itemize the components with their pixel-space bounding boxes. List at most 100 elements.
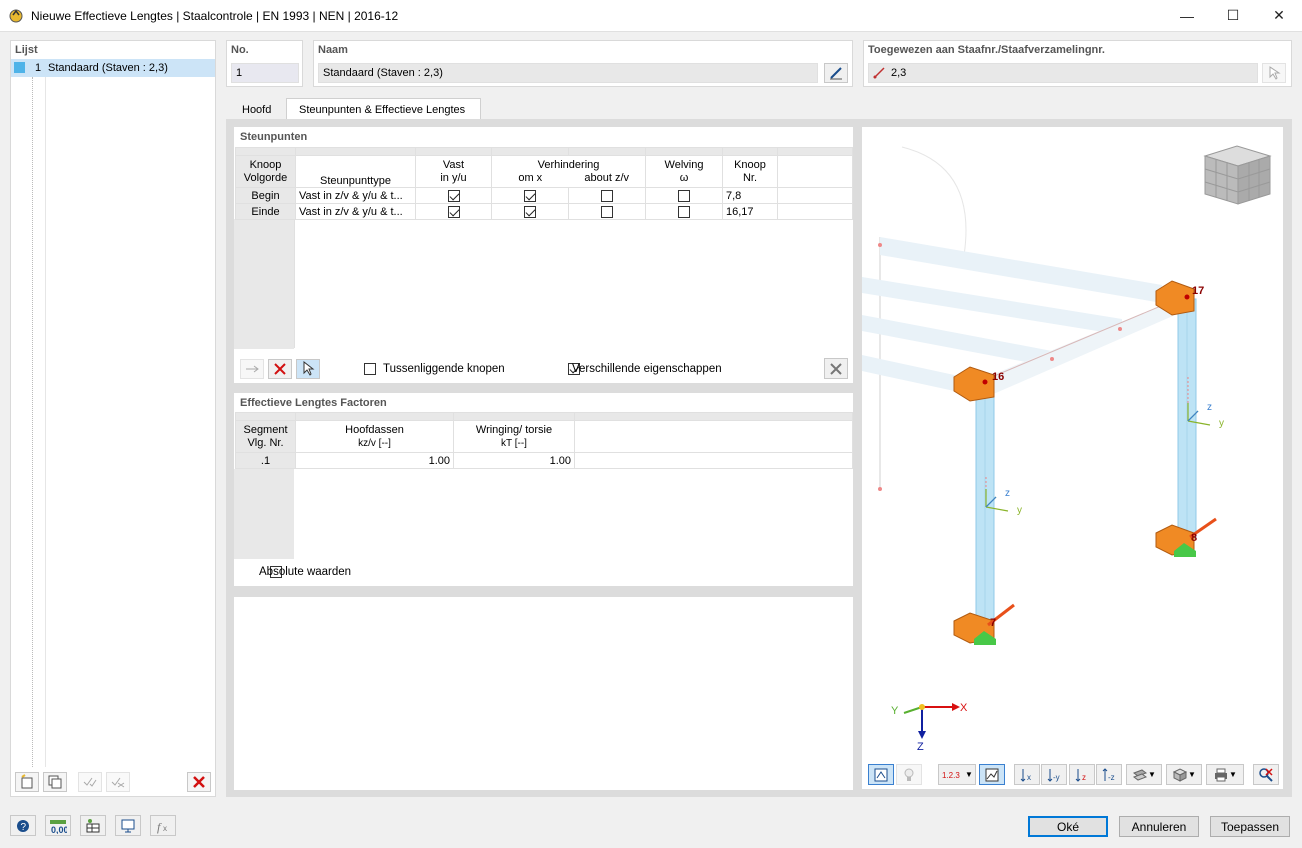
view-minus-z-button[interactable]: -z bbox=[1096, 764, 1122, 785]
axis-label-z: Z bbox=[917, 741, 924, 753]
numbering-button[interactable]: 1.2.3 ▼ bbox=[938, 764, 976, 785]
results-button[interactable] bbox=[979, 764, 1005, 785]
tab-hoofd[interactable]: Hoofd bbox=[229, 98, 285, 120]
axis-label-y: Y bbox=[891, 705, 899, 717]
print-button[interactable]: ▼ bbox=[1206, 764, 1244, 785]
insert-row-button[interactable] bbox=[240, 359, 264, 379]
app-icon bbox=[9, 9, 23, 23]
header-vlg-nr: Vlg. Nr. bbox=[247, 436, 284, 449]
no-label: No. bbox=[231, 44, 249, 56]
kzv-cell[interactable]: 1.00 bbox=[295, 452, 454, 469]
cancel-button[interactable]: Annuleren bbox=[1119, 816, 1199, 837]
member-icon bbox=[873, 67, 885, 79]
delete-item-button[interactable] bbox=[187, 772, 211, 792]
pick-node-button[interactable] bbox=[296, 359, 320, 379]
function-icon: fx bbox=[157, 820, 167, 834]
visibility-button[interactable]: ▼ bbox=[1126, 764, 1162, 785]
view-options-button[interactable] bbox=[868, 764, 894, 785]
naam-field[interactable]: Standaard (Staven : 2,3) bbox=[318, 63, 818, 83]
clear-button[interactable] bbox=[824, 358, 848, 379]
uncheck-icon bbox=[111, 777, 125, 788]
units-button[interactable]: 0,00 bbox=[45, 815, 71, 836]
node-label: 7 bbox=[990, 617, 997, 629]
select-member-button[interactable] bbox=[1262, 63, 1286, 83]
table-row[interactable]: Begin Vast in z/v & y/u & t... 7,8 bbox=[235, 187, 853, 204]
view-minus-z-icon: -z bbox=[1102, 767, 1115, 782]
view-cube-icon[interactable] bbox=[1202, 144, 1272, 209]
printer-icon bbox=[1215, 768, 1228, 781]
tussenliggende-checkbox[interactable] bbox=[364, 363, 376, 376]
svg-text:x: x bbox=[163, 824, 167, 833]
row-label: Einde bbox=[235, 203, 296, 220]
layers-icon bbox=[1133, 768, 1148, 781]
support-type-cell[interactable]: Vast in z/v & y/u & t... bbox=[295, 203, 416, 220]
view-x-button[interactable]: x bbox=[1014, 764, 1040, 785]
kt-cell[interactable]: 1.00 bbox=[453, 452, 575, 469]
about-zv-checkbox[interactable] bbox=[601, 189, 613, 202]
vast-yu-checkbox[interactable] bbox=[447, 205, 460, 218]
svg-text:?: ? bbox=[21, 822, 27, 833]
node-numbers-cell[interactable]: 7,8 bbox=[722, 187, 778, 204]
view-x-icon: x bbox=[1020, 768, 1031, 782]
minimize-button[interactable]: — bbox=[1164, 0, 1210, 31]
verschillende-label: Verschillende eigenschappen bbox=[572, 363, 722, 375]
apply-button[interactable]: Toepassen bbox=[1210, 816, 1290, 837]
no-field[interactable]: 1 bbox=[231, 63, 299, 83]
assigned-label: Toegewezen aan Staafnr./Staafverzameling… bbox=[868, 44, 1105, 56]
help-button[interactable]: ? bbox=[10, 815, 36, 836]
tussenliggende-label: Tussenliggende knopen bbox=[383, 363, 505, 375]
assigned-field[interactable]: 2,3 bbox=[868, 63, 1258, 83]
table-row[interactable]: .1 1.00 1.00 bbox=[235, 452, 853, 469]
header-wringing: Wringing/ torsie bbox=[475, 423, 553, 436]
maximize-button[interactable]: ☐ bbox=[1210, 0, 1256, 31]
tab-steunpunten[interactable]: Steunpunten & Effectieve Lengtes bbox=[286, 98, 481, 120]
decimal-icon: 0,00 bbox=[50, 819, 67, 834]
3d-viewport[interactable]: 16 17 8 7 z y z y X Y Z bbox=[862, 127, 1283, 789]
svg-text:x: x bbox=[1027, 773, 1031, 782]
about-zv-checkbox[interactable] bbox=[601, 205, 613, 218]
close-button[interactable]: ✕ bbox=[1256, 0, 1302, 31]
local-axis-label: y bbox=[1219, 418, 1224, 429]
node-label: 17 bbox=[1192, 285, 1205, 297]
view-minus-y-button[interactable]: -y bbox=[1041, 764, 1067, 785]
welving-checkbox[interactable] bbox=[678, 189, 690, 202]
info-panel bbox=[234, 597, 853, 790]
settings-button[interactable] bbox=[80, 815, 106, 836]
iso-view-button[interactable]: ▼ bbox=[1166, 764, 1202, 785]
table-row[interactable]: Einde Vast in z/v & y/u & t... 16,17 bbox=[235, 203, 853, 220]
formula-button[interactable]: fx bbox=[150, 815, 176, 836]
delete-row-button[interactable] bbox=[268, 359, 292, 379]
list-item-num: 1 bbox=[35, 62, 42, 74]
insert-icon bbox=[246, 365, 259, 373]
reset-view-button[interactable] bbox=[1253, 764, 1279, 785]
node-numbers-cell[interactable]: 16,17 bbox=[722, 203, 778, 220]
view-button[interactable] bbox=[115, 815, 141, 836]
header-vast: Vast bbox=[442, 158, 465, 171]
view-z-button[interactable]: z bbox=[1069, 764, 1095, 785]
welving-checkbox[interactable] bbox=[678, 205, 690, 218]
header-hoofdassen: Hoofdassen bbox=[345, 423, 404, 436]
list-item-label: Standaard (Staven : 2,3) bbox=[48, 62, 168, 74]
header-in-yu: in y/u bbox=[440, 171, 467, 184]
pointer-icon bbox=[303, 361, 315, 376]
check-all-button[interactable] bbox=[78, 772, 102, 792]
list-item[interactable]: 1 Standaard (Staven : 2,3) bbox=[11, 59, 215, 77]
render-button[interactable] bbox=[896, 764, 922, 785]
svg-text:z: z bbox=[1082, 773, 1086, 782]
numbering-icon: 1.2.3 bbox=[942, 771, 960, 780]
ok-button[interactable]: Oké bbox=[1028, 816, 1108, 837]
copy-item-button[interactable] bbox=[43, 772, 67, 792]
zoom-reset-icon bbox=[1259, 767, 1273, 782]
delete-row-icon bbox=[274, 363, 286, 375]
vast-yu-checkbox[interactable] bbox=[447, 189, 460, 202]
om-x-checkbox[interactable] bbox=[524, 205, 536, 218]
new-item-button[interactable] bbox=[15, 772, 39, 792]
support-type-cell[interactable]: Vast in z/v & y/u & t... bbox=[295, 187, 416, 204]
row-label: .1 bbox=[235, 452, 296, 469]
edit-name-button[interactable] bbox=[824, 63, 848, 83]
title-bar: Nieuwe Effectieve Lengtes | Staalcontrol… bbox=[0, 0, 1302, 32]
view-minus-y-icon: -y bbox=[1047, 768, 1060, 782]
header-om-x: om x bbox=[518, 171, 543, 184]
uncheck-button[interactable] bbox=[106, 772, 130, 792]
om-x-checkbox[interactable] bbox=[524, 189, 536, 202]
